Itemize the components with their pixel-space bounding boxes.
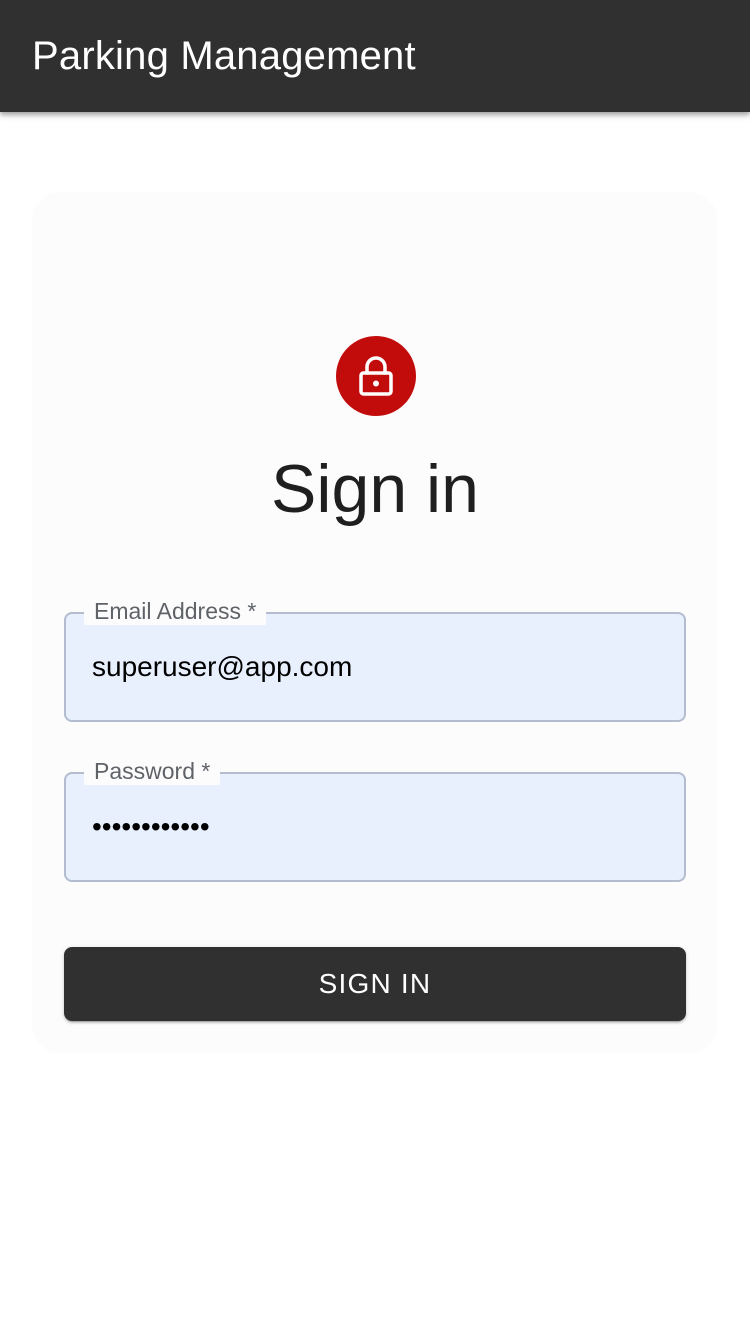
- password-field[interactable]: Password * ••••••••••••: [64, 757, 686, 882]
- password-input[interactable]: ••••••••••••: [92, 774, 652, 880]
- app-title: Parking Management: [32, 33, 416, 78]
- lock-avatar: [336, 336, 416, 416]
- sign-in-button[interactable]: SIGN IN: [64, 947, 686, 1021]
- app-bar: Parking Management: [0, 0, 750, 112]
- sign-in-heading: Sign in: [271, 451, 479, 527]
- email-input[interactable]: superuser@app.com: [92, 614, 652, 720]
- email-field[interactable]: Email Address * superuser@app.com: [64, 597, 686, 722]
- lock-icon: [359, 356, 393, 396]
